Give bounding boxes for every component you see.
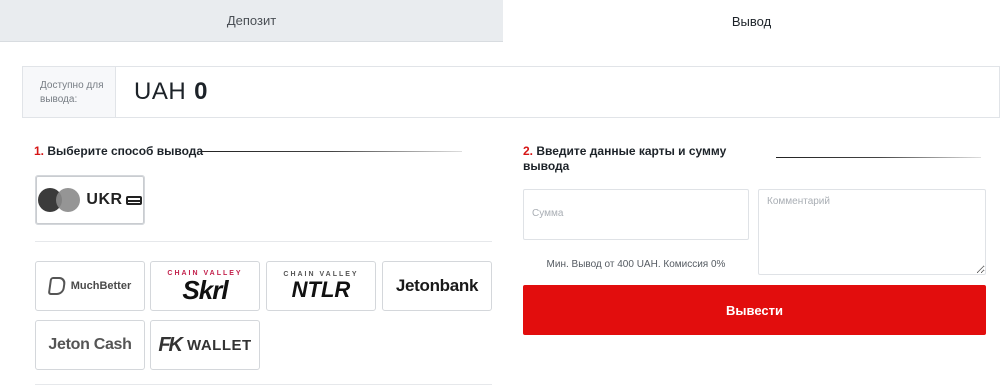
ntlr-logo: CHAIN VALLEY NTLR [283, 271, 358, 302]
skrl-logo: CHAIN VALLEY Skrl [167, 270, 242, 303]
balance-bar: Доступно для вывода: UAH 0 [22, 66, 1000, 118]
balance-currency: UAH [134, 78, 187, 105]
ntlr-label: NTLR [291, 276, 351, 302]
tab-bar: Депозит Вывод [0, 0, 1000, 42]
step2-heading: 2. Введите данные карты и сумму вывода [523, 144, 726, 174]
tab-withdraw[interactable]: Вывод [503, 0, 1000, 42]
muchbetter-icon [47, 277, 66, 295]
balance-label: Доступно для вывода: [23, 67, 116, 117]
step1-title: Выберите способ вывода [47, 144, 204, 158]
step1-number: 1. [34, 144, 45, 158]
muchbetter-logo: MuchBetter [47, 277, 132, 295]
method-skrl-card[interactable]: CHAIN VALLEY Skrl [150, 261, 260, 311]
method-jetonbank-card[interactable]: Jetonbank [382, 261, 492, 311]
ukr-label: UKR [86, 191, 123, 208]
jetoncash-label: Jeton Cash [48, 336, 132, 353]
step1-heading: 1. Выберите способ вывода [34, 144, 203, 159]
fkwallet-label: WALLET [187, 336, 252, 354]
method-ukr-card[interactable]: UKR [35, 175, 145, 225]
jetonbank-label: Jetonbank [395, 276, 479, 295]
method-muchbetter-card[interactable]: MuchBetter [35, 261, 145, 311]
withdraw-button[interactable]: Вывести [523, 285, 986, 335]
step2-number: 2. [523, 144, 534, 158]
muchbetter-label: MuchBetter [70, 280, 132, 292]
methods-divider [35, 241, 492, 242]
step2-title-line2: вывода [523, 159, 570, 173]
step1-divider-line [202, 151, 462, 152]
method-fkwallet-card[interactable]: FK WALLET [150, 320, 260, 370]
fkwallet-logo: FK WALLET [158, 334, 251, 357]
method-jetoncash-card[interactable]: Jeton Cash [35, 320, 145, 370]
method-ntlr-card[interactable]: CHAIN VALLEY NTLR [266, 261, 376, 311]
tab-deposit[interactable]: Депозит [0, 0, 503, 42]
step2-title-line1: Введите данные карты и сумму [536, 144, 727, 158]
comment-textarea[interactable] [758, 189, 986, 275]
balance-amount: 0 [194, 78, 209, 105]
min-withdraw-hint: Мин. Вывод от 400 UAH. Комиссия 0% [546, 259, 726, 270]
step2-divider-line [776, 157, 981, 158]
fk-icon: FK [158, 333, 183, 356]
ukr-logo: UKR [38, 188, 142, 212]
skrl-label: Skrl [182, 274, 228, 305]
amount-input[interactable] [523, 189, 749, 240]
mastercard-circles-icon [38, 188, 82, 212]
methods-bottom-divider [35, 384, 492, 385]
card-icon [125, 195, 142, 205]
balance-value: UAH 0 [116, 67, 999, 117]
